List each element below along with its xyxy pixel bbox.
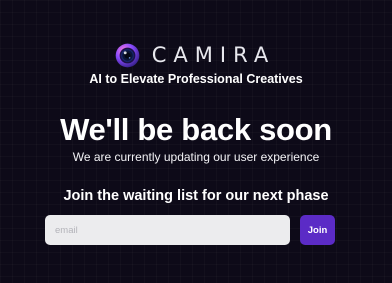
tagline: AI to Elevate Professional Creatives xyxy=(89,72,303,86)
camera-lens-icon xyxy=(115,43,140,67)
brand-header: CAMIRA xyxy=(0,40,392,70)
brand-name: CAMIRA xyxy=(151,42,276,67)
join-button[interactable]: Join xyxy=(300,215,335,245)
page-title: We'll be back soon xyxy=(60,112,332,147)
status-message: We are currently updating our user exper… xyxy=(72,150,320,164)
email-input[interactable] xyxy=(45,215,290,245)
waitlist-heading: Join the waiting list for our next phase xyxy=(63,188,329,204)
maintenance-page: CAMIRA AI to Elevate Professional Creati… xyxy=(0,0,392,283)
